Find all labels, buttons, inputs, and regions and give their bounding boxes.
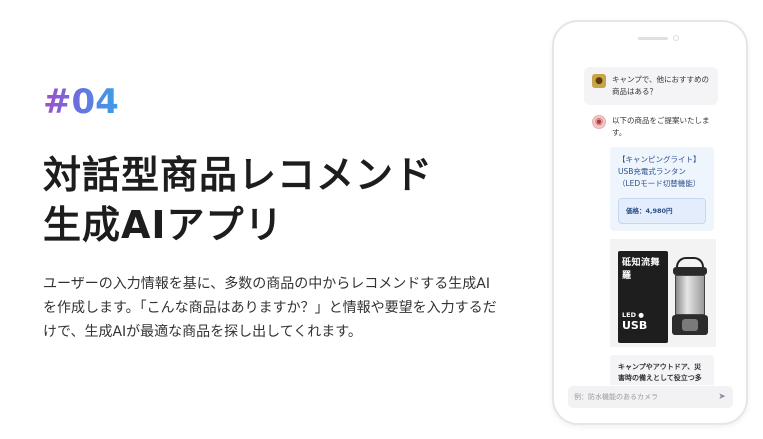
product-box: 砥知流舞羅 LED ● USB xyxy=(618,251,668,343)
user-message-bubble: ● キャンプで、他におすすめの商品はある？ xyxy=(584,67,718,105)
product-box-sub: LED ● xyxy=(622,311,644,319)
product-description: キャンプやアウトドア、災害時の備えとして役立つ多 xyxy=(610,355,714,385)
product-box-usb: USB xyxy=(622,319,648,332)
send-icon[interactable]: ➤ xyxy=(717,392,727,402)
phone-camera xyxy=(673,35,679,41)
lantern-cap xyxy=(673,267,707,275)
bot-message-text: 以下の商品をご提案いたします。 xyxy=(612,116,710,137)
product-card[interactable]: 【キャンピングライト】USB充電式ランタン（LEDモード切替機能） 価格：4,9… xyxy=(610,147,714,231)
phone-mockup: ● キャンプで、他におすすめの商品はある？ ◉ 以下の商品をご提案いたします。 … xyxy=(552,20,748,425)
hero-title-line-1: 対話型商品レコメンド xyxy=(43,153,434,197)
chat-input[interactable] xyxy=(574,393,717,401)
user-message-text: キャンプで、他におすすめの商品はある？ xyxy=(612,75,709,96)
dog-avatar-icon: ● xyxy=(592,74,606,88)
hero-description: ユーザーの入力情報を基に、多数の商品の中からレコメンドする生成AIを作成します。… xyxy=(43,276,497,340)
lantern-body xyxy=(675,275,705,315)
phone-speaker xyxy=(638,37,668,40)
hero-title: 対話型商品レコメンド 生成AIアプリ xyxy=(43,150,503,250)
product-price: 価格：4,980円 xyxy=(618,198,706,224)
chat-input-bar: ➤ xyxy=(568,386,733,408)
chat-area[interactable]: ● キャンプで、他におすすめの商品はある？ ◉ 以下の商品をご提案いたします。 … xyxy=(584,67,718,385)
bot-message: ◉ 以下の商品をご提案いたします。 xyxy=(584,115,718,139)
product-image[interactable]: 砥知流舞羅 LED ● USB xyxy=(610,239,716,347)
lantern-button xyxy=(682,319,698,331)
lantern-handle xyxy=(676,257,704,267)
product-name: 【キャンピングライト】USB充電式ランタン（LEDモード切替機能） xyxy=(618,155,701,188)
hero-title-line-2: 生成AIアプリ xyxy=(43,203,284,247)
hero-section: #04 対話型商品レコメンド 生成AIアプリ ユーザーの入力情報を基に、多数の商… xyxy=(43,82,503,344)
section-number: #04 xyxy=(43,82,119,122)
product-box-title: 砥知流舞羅 xyxy=(622,258,661,281)
robot-avatar-icon: ◉ xyxy=(592,115,606,129)
